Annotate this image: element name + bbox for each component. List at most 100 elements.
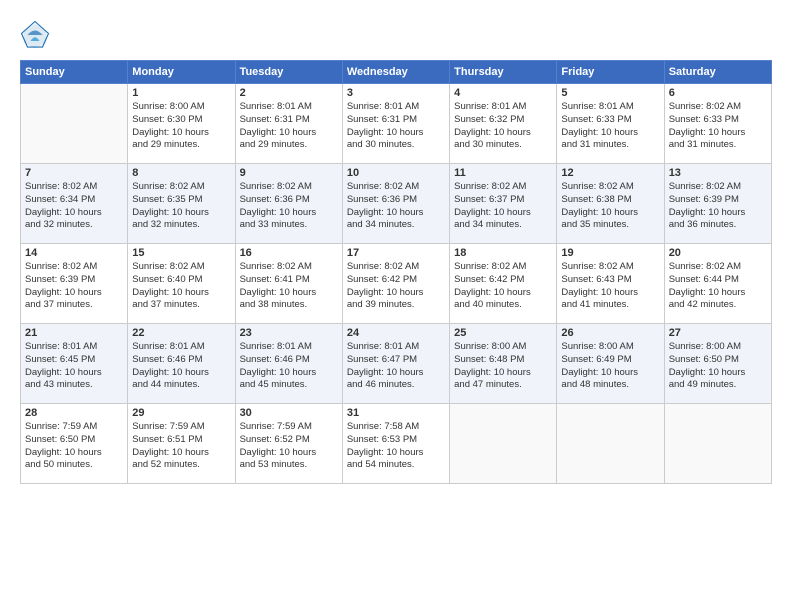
calendar-cell: 23Sunrise: 8:01 AM Sunset: 6:46 PM Dayli…	[235, 324, 342, 404]
calendar-cell: 11 Sunrise: 8:02 AM Sunset: 6:37 PM Dayli…	[450, 164, 557, 244]
day-number: 8	[132, 167, 230, 179]
day-info: Sunrise: 8:02 AM Sunset: 6:39 PM Dayligh…	[25, 261, 123, 312]
day-info: Sunrise: 8:00 AM Sunset: 6:30 PM Dayligh…	[132, 101, 230, 152]
logo-icon	[20, 20, 50, 50]
calendar-cell: 30 Sunrise: 7:59 AM Sunset: 6:52 PM Dayli…	[235, 404, 342, 484]
day-info: Sunrise: 7:58 AM Sunset: 6:53 PM Dayligh…	[347, 421, 445, 472]
calendar-cell: 9 Sunrise: 8:02 AM Sunset: 6:36 PM Daylig…	[235, 164, 342, 244]
calendar-cell	[450, 404, 557, 484]
day-number: 14	[25, 247, 123, 259]
calendar-cell: 1 Sunrise: 8:00 AM Sunset: 6:30 PM Daylig…	[128, 84, 235, 164]
calendar-cell: 24 Sunrise: 8:01 AM Sunset: 6:47 PM Dayli…	[342, 324, 449, 404]
day-number: 10	[347, 167, 445, 179]
calendar-cell: 4Sunrise: 8:01 AM Sunset: 6:32 PM Daylig…	[450, 84, 557, 164]
calendar-week-row: 14 Sunrise: 8:02 AM Sunset: 6:39 PM Dayli…	[21, 244, 772, 324]
day-number: 9	[240, 167, 338, 179]
day-number: 19	[561, 247, 659, 259]
day-info: Sunrise: 8:02 AM Sunset: 6:42 PM Dayligh…	[454, 261, 552, 312]
calendar-cell: 10 Sunrise: 8:02 AM Sunset: 6:36 PM Dayli…	[342, 164, 449, 244]
day-info: Sunrise: 8:00 AM Sunset: 6:50 PM Dayligh…	[669, 341, 767, 392]
header	[20, 20, 772, 50]
day-number: 30	[240, 407, 338, 419]
day-number: 7	[25, 167, 123, 179]
calendar-cell: 14 Sunrise: 8:02 AM Sunset: 6:39 PM Dayli…	[21, 244, 128, 324]
day-number: 26	[561, 327, 659, 339]
calendar-cell: 18 Sunrise: 8:02 AM Sunset: 6:42 PM Dayli…	[450, 244, 557, 324]
day-info: Sunrise: 8:02 AM Sunset: 6:41 PM Dayligh…	[240, 261, 338, 312]
calendar-cell: 17 Sunrise: 8:02 AM Sunset: 6:42 PM Dayli…	[342, 244, 449, 324]
day-number: 18	[454, 247, 552, 259]
day-number: 21	[25, 327, 123, 339]
day-info: Sunrise: 8:02 AM Sunset: 6:34 PM Dayligh…	[25, 181, 123, 232]
calendar-header-thursday: Thursday	[450, 61, 557, 84]
logo	[20, 20, 54, 50]
day-info: Sunrise: 8:02 AM Sunset: 6:38 PM Dayligh…	[561, 181, 659, 232]
day-info: Sunrise: 8:01 AM Sunset: 6:46 PM Dayligh…	[240, 341, 338, 392]
calendar-cell: 2 Sunrise: 8:01 AM Sunset: 6:31 PM Daylig…	[235, 84, 342, 164]
calendar-cell	[557, 404, 664, 484]
day-info: Sunrise: 8:01 AM Sunset: 6:47 PM Dayligh…	[347, 341, 445, 392]
day-info: Sunrise: 8:02 AM Sunset: 6:36 PM Dayligh…	[347, 181, 445, 232]
calendar-cell: 5 Sunrise: 8:01 AM Sunset: 6:33 PM Daylig…	[557, 84, 664, 164]
day-info: Sunrise: 8:02 AM Sunset: 6:35 PM Dayligh…	[132, 181, 230, 232]
day-info: Sunrise: 8:00 AM Sunset: 6:48 PM Dayligh…	[454, 341, 552, 392]
day-number: 13	[669, 167, 767, 179]
day-number: 22	[132, 327, 230, 339]
day-number: 29	[132, 407, 230, 419]
calendar-cell: 21 Sunrise: 8:01 AM Sunset: 6:45 PM Dayli…	[21, 324, 128, 404]
calendar-cell: 12 Sunrise: 8:02 AM Sunset: 6:38 PM Dayli…	[557, 164, 664, 244]
calendar-cell	[664, 404, 771, 484]
day-number: 15	[132, 247, 230, 259]
day-info: Sunrise: 7:59 AM Sunset: 6:50 PM Dayligh…	[25, 421, 123, 472]
day-info: Sunrise: 8:02 AM Sunset: 6:44 PM Dayligh…	[669, 261, 767, 312]
day-number: 6	[669, 87, 767, 99]
day-info: Sunrise: 8:02 AM Sunset: 6:37 PM Dayligh…	[454, 181, 552, 232]
day-info: Sunrise: 8:02 AM Sunset: 6:36 PM Dayligh…	[240, 181, 338, 232]
day-info: Sunrise: 7:59 AM Sunset: 6:51 PM Dayligh…	[132, 421, 230, 472]
calendar-header-tuesday: Tuesday	[235, 61, 342, 84]
day-info: Sunrise: 7:59 AM Sunset: 6:52 PM Dayligh…	[240, 421, 338, 472]
day-info: Sunrise: 8:01 AM Sunset: 6:33 PM Dayligh…	[561, 101, 659, 152]
day-info: Sunrise: 8:01 AM Sunset: 6:46 PM Dayligh…	[132, 341, 230, 392]
calendar-cell: 28 Sunrise: 7:59 AM Sunset: 6:50 PM Dayli…	[21, 404, 128, 484]
calendar-cell: 25Sunrise: 8:00 AM Sunset: 6:48 PM Dayli…	[450, 324, 557, 404]
day-info: Sunrise: 8:01 AM Sunset: 6:45 PM Dayligh…	[25, 341, 123, 392]
day-number: 2	[240, 87, 338, 99]
day-number: 28	[25, 407, 123, 419]
calendar-week-row: 7 Sunrise: 8:02 AM Sunset: 6:34 PM Daylig…	[21, 164, 772, 244]
day-number: 17	[347, 247, 445, 259]
calendar-cell: 31 Sunrise: 7:58 AM Sunset: 6:53 PM Dayli…	[342, 404, 449, 484]
day-number: 11	[454, 167, 552, 179]
day-info: Sunrise: 8:01 AM Sunset: 6:31 PM Dayligh…	[347, 101, 445, 152]
day-info: Sunrise: 8:00 AM Sunset: 6:49 PM Dayligh…	[561, 341, 659, 392]
day-info: Sunrise: 8:01 AM Sunset: 6:32 PM Dayligh…	[454, 101, 552, 152]
calendar-header-friday: Friday	[557, 61, 664, 84]
calendar-cell: 19 Sunrise: 8:02 AM Sunset: 6:43 PM Dayli…	[557, 244, 664, 324]
day-info: Sunrise: 8:02 AM Sunset: 6:33 PM Dayligh…	[669, 101, 767, 152]
day-number: 3	[347, 87, 445, 99]
calendar-table: SundayMondayTuesdayWednesdayThursdayFrid…	[20, 60, 772, 484]
calendar-cell: 7 Sunrise: 8:02 AM Sunset: 6:34 PM Daylig…	[21, 164, 128, 244]
day-number: 5	[561, 87, 659, 99]
day-number: 1	[132, 87, 230, 99]
calendar-header-monday: Monday	[128, 61, 235, 84]
day-info: Sunrise: 8:01 AM Sunset: 6:31 PM Dayligh…	[240, 101, 338, 152]
calendar-cell: 6 Sunrise: 8:02 AM Sunset: 6:33 PM Daylig…	[664, 84, 771, 164]
day-number: 12	[561, 167, 659, 179]
day-info: Sunrise: 8:02 AM Sunset: 6:43 PM Dayligh…	[561, 261, 659, 312]
calendar-cell: 22 Sunrise: 8:01 AM Sunset: 6:46 PM Dayli…	[128, 324, 235, 404]
calendar-cell: 29 Sunrise: 7:59 AM Sunset: 6:51 PM Dayli…	[128, 404, 235, 484]
calendar-cell: 27Sunrise: 8:00 AM Sunset: 6:50 PM Dayli…	[664, 324, 771, 404]
calendar-cell: 26 Sunrise: 8:00 AM Sunset: 6:49 PM Dayli…	[557, 324, 664, 404]
day-number: 16	[240, 247, 338, 259]
day-info: Sunrise: 8:02 AM Sunset: 6:40 PM Dayligh…	[132, 261, 230, 312]
calendar-header-sunday: Sunday	[21, 61, 128, 84]
calendar-header-saturday: Saturday	[664, 61, 771, 84]
calendar-cell: 13Sunrise: 8:02 AM Sunset: 6:39 PM Dayli…	[664, 164, 771, 244]
day-number: 20	[669, 247, 767, 259]
day-info: Sunrise: 8:02 AM Sunset: 6:42 PM Dayligh…	[347, 261, 445, 312]
calendar-cell: 3 Sunrise: 8:01 AM Sunset: 6:31 PM Daylig…	[342, 84, 449, 164]
day-number: 31	[347, 407, 445, 419]
page-container: SundayMondayTuesdayWednesdayThursdayFrid…	[0, 0, 792, 612]
day-number: 24	[347, 327, 445, 339]
